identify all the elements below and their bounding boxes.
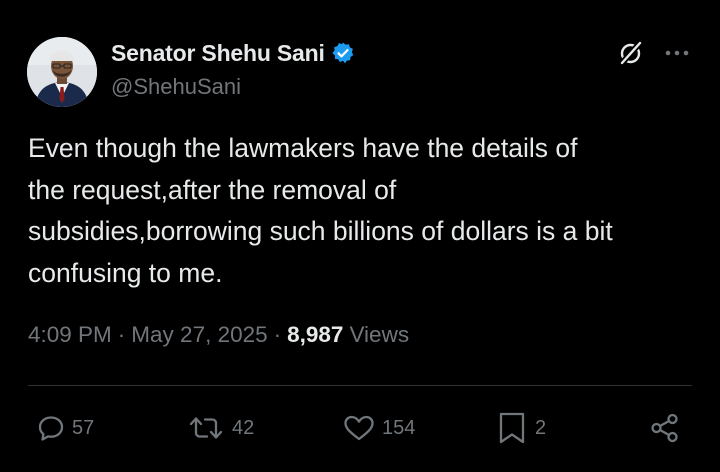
grok-icon[interactable] — [616, 38, 646, 68]
tweet-date[interactable]: May 27, 2025 — [131, 322, 267, 348]
repost-button[interactable]: 42 — [186, 404, 254, 452]
views-count: 8,987 — [287, 322, 344, 347]
views-label: Views — [349, 322, 410, 347]
author-display-name[interactable]: Senator Shehu Sani — [111, 40, 325, 67]
bookmark-count: 2 — [535, 416, 547, 439]
avatar-photo — [27, 37, 97, 107]
tweet-card: Senator Shehu Sani @ShehuSani Even thoug… — [0, 0, 720, 472]
reply-count: 57 — [72, 416, 95, 439]
reply-icon — [38, 416, 64, 441]
reply-button[interactable]: 57 — [36, 404, 94, 452]
verified-badge-icon[interactable] — [331, 41, 355, 65]
heart-icon — [344, 415, 374, 441]
like-button[interactable]: 154 — [342, 404, 415, 452]
like-count: 154 — [382, 416, 416, 439]
meta-separator: · — [117, 322, 126, 347]
repost-count: 42 — [232, 416, 255, 439]
avatar[interactable] — [27, 37, 97, 107]
tweet-meta: 4:09 PM · May 27, 2025 · 8,987 Views — [28, 322, 409, 348]
share-button[interactable] — [648, 404, 682, 452]
repost-icon — [189, 417, 223, 439]
bookmark-icon — [499, 412, 525, 444]
share-icon — [651, 413, 678, 443]
author-handle[interactable]: @ShehuSani — [111, 74, 241, 100]
action-bar: 57 42 154 2 — [0, 404, 720, 452]
more-dots-icon[interactable] — [660, 40, 694, 66]
bookmark-button[interactable]: 2 — [497, 404, 546, 452]
author-name-row[interactable]: Senator Shehu Sani — [111, 38, 355, 68]
divider — [28, 385, 692, 386]
tweet-time[interactable]: 4:09 PM — [28, 322, 112, 348]
tweet-text: Even though the lawmakers have the detai… — [28, 133, 613, 288]
meta-separator: · — [273, 322, 282, 347]
